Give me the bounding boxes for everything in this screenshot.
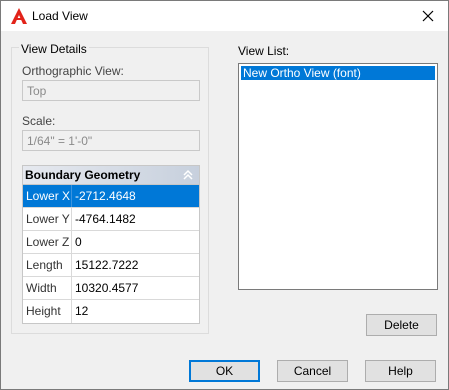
property-row-length[interactable]: Length 15122.7222 [23,254,199,277]
autocad-logo-icon [11,8,27,24]
help-button[interactable]: Help [365,360,436,382]
property-value: 12 [75,304,89,318]
property-value: -4764.1482 [75,212,136,226]
title-bar[interactable]: Load View [1,1,448,31]
property-key: Width [23,277,72,299]
property-value: -2712.4648 [75,189,136,203]
scale-field: 1/64" = 1'-0" [22,130,200,151]
property-value: 10320.4577 [75,281,139,295]
boundary-geometry-header[interactable]: Boundary Geometry [23,166,199,185]
cancel-button[interactable]: Cancel [277,360,348,382]
property-key: Length [23,254,72,276]
delete-button[interactable]: Delete [366,314,437,336]
load-view-dialog: Load View View Details Orthographic View… [0,0,449,390]
view-list-label: View List: [238,44,290,58]
orthographic-view-field: Top [22,80,200,101]
property-key: Lower X [23,185,72,207]
property-key: Lower Z [23,231,72,253]
boundary-geometry-title: Boundary Geometry [25,168,141,182]
window-title: Load View [32,9,88,23]
boundary-geometry-table: Boundary Geometry Lower X -2712.4648 Low… [22,165,200,324]
property-key: Height [23,300,72,323]
property-value: 15122.7222 [75,258,139,272]
close-icon [422,10,434,22]
property-row-width[interactable]: Width 10320.4577 [23,277,199,300]
orthographic-view-label: Orthographic View: [22,64,124,78]
scale-label: Scale: [22,114,56,128]
property-value: 0 [75,235,82,249]
property-row-height[interactable]: Height 12 [23,300,199,323]
list-item[interactable]: New Ortho View (font) [241,66,435,80]
double-chevron-up-icon[interactable] [182,169,194,181]
ok-button[interactable]: OK [189,360,260,382]
view-list[interactable]: New Ortho View (font) [238,63,438,290]
property-key: Lower Y [23,208,72,230]
close-button[interactable] [408,1,448,31]
property-row-lower-y[interactable]: Lower Y -4764.1482 [23,208,199,231]
property-row-lower-x[interactable]: Lower X -2712.4648 [23,185,199,208]
property-row-lower-z[interactable]: Lower Z 0 [23,231,199,254]
view-details-legend: View Details [19,42,89,56]
